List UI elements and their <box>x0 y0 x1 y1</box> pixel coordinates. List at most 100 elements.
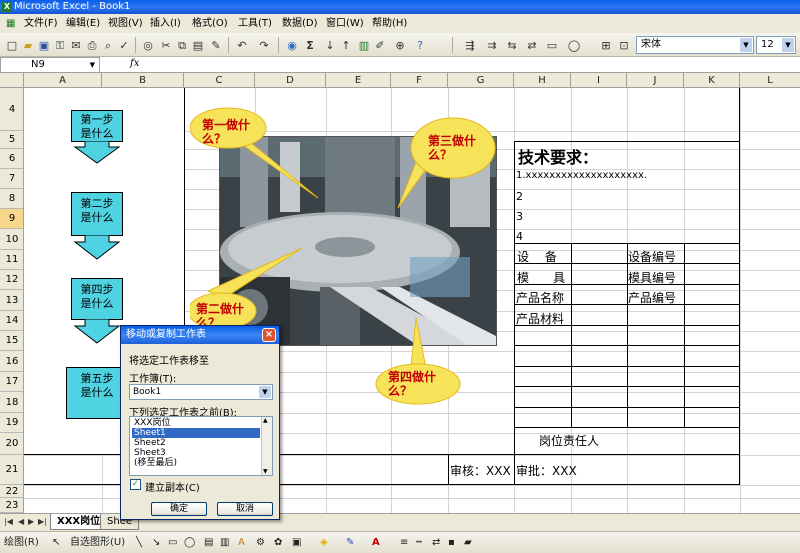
autosum-icon[interactable]: Σ <box>302 37 318 53</box>
menu-insert[interactable]: 插入(I) <box>150 16 181 31</box>
paste-icon[interactable]: ▤ <box>190 37 206 53</box>
document-icon[interactable]: ▦ <box>6 16 20 31</box>
hyperlink-icon[interactable]: ◉ <box>284 37 300 53</box>
trace-dependents-icon[interactable]: ⇉ <box>484 37 500 53</box>
list-item-selected[interactable]: Sheet1 <box>132 428 260 438</box>
row-header[interactable]: 5 <box>0 131 23 149</box>
fill-color-icon[interactable]: ◈ <box>320 536 328 550</box>
row-header[interactable]: 16 <box>0 351 23 372</box>
callout-step-4[interactable]: 第四做什 么？ <box>388 370 436 398</box>
menu-view[interactable]: 视图(V) <box>108 16 143 31</box>
font-color-icon[interactable]: A <box>372 536 380 550</box>
fx-icon[interactable]: fx <box>130 58 139 69</box>
column-header-k[interactable]: K <box>684 73 740 88</box>
menu-help[interactable]: 帮助(H) <box>372 16 407 31</box>
ok-button[interactable]: 确定 <box>151 502 207 516</box>
column-header-h[interactable]: H <box>514 73 571 88</box>
first-sheet-icon[interactable]: |◀ <box>4 517 13 526</box>
font-size-select[interactable]: 12 ▼ <box>756 36 796 54</box>
name-box[interactable]: N9 ▼ <box>0 57 100 73</box>
row-header[interactable]: 21 <box>0 455 23 485</box>
row-header[interactable]: 20 <box>0 433 23 455</box>
row-header[interactable]: 23 <box>0 498 23 513</box>
sheet-tab-active[interactable]: XXX岗位 <box>50 514 108 530</box>
row-header[interactable]: 14 <box>0 311 23 331</box>
before-sheet-list[interactable]: XXX岗位 Sheet1 Sheet2 Sheet3 (移至最后) ▲ ▼ <box>129 416 273 476</box>
list-item[interactable]: Sheet2 <box>132 438 260 448</box>
email-icon[interactable]: ✉ <box>68 37 84 53</box>
row-header[interactable]: 7 <box>0 169 23 189</box>
arrow-style-icon[interactable]: ⇄ <box>432 536 440 550</box>
workbook-select[interactable]: Book1 ▼ <box>129 384 273 400</box>
row-header[interactable]: 18 <box>0 392 23 413</box>
select-all-corner[interactable] <box>0 73 24 88</box>
picture-icon[interactable]: ▣ <box>292 536 301 550</box>
close-icon[interactable]: × <box>262 328 276 342</box>
oval-icon[interactable]: ◯ <box>184 536 195 550</box>
row-header[interactable]: 19 <box>0 413 23 433</box>
font-name-select[interactable]: 宋体 ▼ <box>636 36 754 54</box>
sort-ascending-icon[interactable]: ↓ <box>322 37 338 53</box>
save-icon[interactable]: ▣ <box>36 37 52 53</box>
row-header[interactable]: 6 <box>0 149 23 169</box>
chevron-down-icon[interactable]: ▼ <box>782 38 794 52</box>
callout-step-3[interactable]: 第三做什 么？ <box>428 134 476 162</box>
column-header-l[interactable]: L <box>740 73 800 88</box>
cancel-button[interactable]: 取消 <box>217 502 273 516</box>
chart-wizard-icon[interactable]: ▥ <box>356 37 372 53</box>
row-header-active[interactable]: 9 <box>0 209 23 229</box>
column-header-d[interactable]: D <box>255 73 326 88</box>
next-sheet-icon[interactable]: ▶ <box>28 517 34 526</box>
row-header[interactable]: 10 <box>0 229 23 250</box>
list-scrollbar[interactable]: ▲ ▼ <box>261 417 272 475</box>
zoom-icon[interactable]: ⊕ <box>392 37 408 53</box>
row-header[interactable]: 8 <box>0 189 23 209</box>
list-item[interactable]: (移至最后) <box>132 458 260 468</box>
row-header[interactable]: 15 <box>0 331 23 351</box>
select-objects-icon[interactable]: ↖ <box>52 536 60 550</box>
menu-window[interactable]: 窗口(W) <box>326 16 364 31</box>
list-item[interactable]: Sheet3 <box>132 448 260 458</box>
row-header[interactable]: 12 <box>0 270 23 290</box>
format-painter-icon[interactable]: ✎ <box>208 37 224 53</box>
help-icon[interactable]: ? <box>412 37 428 53</box>
drawing-icon[interactable]: ✐ <box>372 37 388 53</box>
row-header[interactable]: 22 <box>0 485 23 498</box>
dialog-title-bar[interactable]: 移动或复制工作表 × <box>121 326 279 344</box>
copy-icon[interactable]: ⧉ <box>174 37 190 53</box>
trace-error-icon[interactable]: ⇄ <box>524 37 540 53</box>
column-header-g[interactable]: G <box>448 73 514 88</box>
chevron-down-icon[interactable]: ▼ <box>740 38 752 52</box>
scroll-down-icon[interactable]: ▼ <box>263 468 268 475</box>
callout-step-1[interactable]: 第一做什 么？ <box>202 118 250 146</box>
remove-arrows-icon[interactable]: ⇆ <box>504 37 520 53</box>
open-icon[interactable]: ▰ <box>20 37 36 53</box>
rectangle-icon[interactable]: ▭ <box>168 536 177 550</box>
permission-icon[interactable]: ⚿ <box>52 37 68 53</box>
column-header-a[interactable]: A <box>24 73 102 88</box>
row-header[interactable]: 4 <box>0 88 23 131</box>
diagram-icon[interactable]: ⚙ <box>256 536 265 550</box>
chevron-down-icon[interactable]: ▼ <box>259 386 271 398</box>
flow-step[interactable]: 第二步 是什么 <box>71 192 123 260</box>
column-header-e[interactable]: E <box>326 73 391 88</box>
dash-style-icon[interactable]: ┅ <box>416 536 422 550</box>
row-header[interactable]: 11 <box>0 250 23 270</box>
circle-invalid-icon[interactable]: ◯ <box>566 37 582 53</box>
row-header[interactable]: 13 <box>0 290 23 311</box>
research-icon[interactable]: ◎ <box>140 37 156 53</box>
column-header-b[interactable]: B <box>102 73 184 88</box>
flow-step[interactable]: 第一步 是什么 <box>71 110 123 164</box>
chevron-down-icon[interactable]: ▼ <box>90 58 95 72</box>
spelling-icon[interactable]: ✓ <box>116 37 132 53</box>
flow-step[interactable]: 第四步 是什么 <box>71 278 123 346</box>
new-icon[interactable]: □ <box>4 37 20 53</box>
menu-data[interactable]: 数据(D) <box>282 16 318 31</box>
prev-sheet-icon[interactable]: ◀ <box>18 517 24 526</box>
arrow-icon[interactable]: ↘ <box>152 536 160 550</box>
vertical-textbox-icon[interactable]: ▥ <box>220 536 229 550</box>
trace-precedents-icon[interactable]: ⇶ <box>462 37 478 53</box>
watch-window-icon[interactable]: ⊞ <box>598 37 614 53</box>
autoshapes-menu[interactable]: 自选图形(U) <box>70 536 125 550</box>
line-style-icon[interactable]: ≡ <box>400 536 408 550</box>
